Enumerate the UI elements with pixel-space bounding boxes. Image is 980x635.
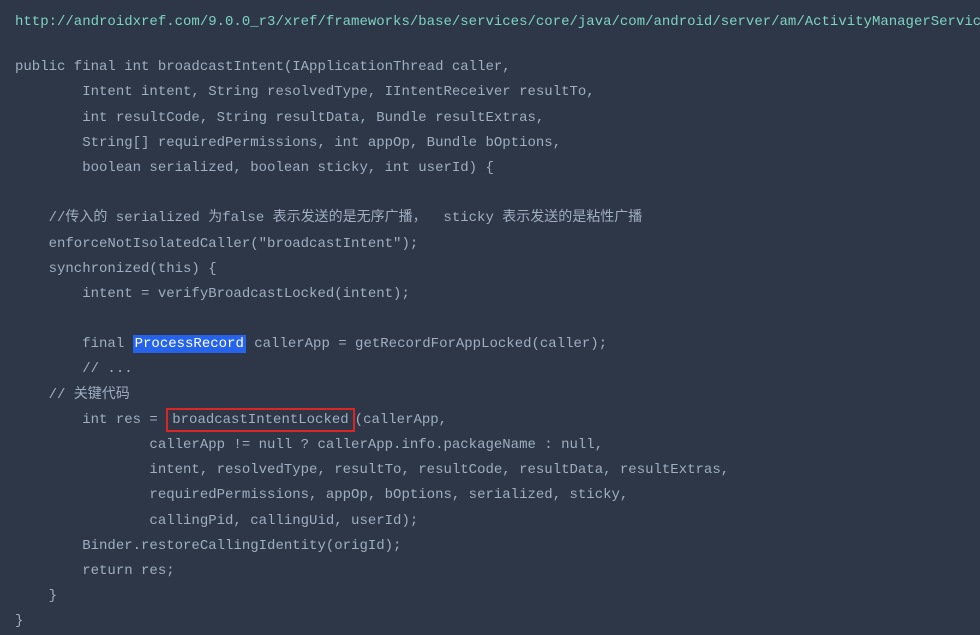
code-line: String[] requiredPermissions, int appOp,… <box>15 135 561 151</box>
code-line: return res; <box>15 563 175 579</box>
code-line: requiredPermissions, appOp, bOptions, se… <box>15 487 628 503</box>
code-line: Binder.restoreCallingIdentity(origId); <box>15 538 401 554</box>
code-line: intent = verifyBroadcastLocked(intent); <box>15 286 410 302</box>
code-line: } <box>15 588 57 604</box>
code-line: callerApp != null ? callerApp.info.packa… <box>15 437 603 453</box>
code-line: callingPid, callingUid, userId); <box>15 513 418 529</box>
code-line-part: callerApp = getRecordForAppLocked(caller… <box>246 336 607 352</box>
code-line: enforceNotIsolatedCaller("broadcastInten… <box>15 236 418 252</box>
code-line: Intent intent, String resolvedType, IInt… <box>15 84 595 100</box>
code-line: public final int broadcastIntent(IApplic… <box>15 59 511 75</box>
code-line-part: final <box>15 336 133 352</box>
code-line-part: (callerApp, <box>355 412 447 428</box>
code-line-part: int res = <box>15 412 166 428</box>
code-line: int resultCode, String resultData, Bundl… <box>15 110 544 126</box>
highlight-broadcastintentlocked: broadcastIntentLocked <box>166 408 354 432</box>
code-line: synchronized(this) { <box>15 261 217 277</box>
code-comment: //传入的 serialized 为false 表示发送的是无序广播， stic… <box>15 210 642 226</box>
code-line: intent, resolvedType, resultTo, resultCo… <box>15 462 729 478</box>
highlight-processrecord: ProcessRecord <box>133 335 246 353</box>
code-line: boolean serialized, boolean sticky, int … <box>15 160 494 176</box>
code-comment: // 关键代码 <box>15 387 130 403</box>
code-block: public final int broadcastIntent(IApplic… <box>15 55 965 634</box>
code-line: } <box>15 613 23 629</box>
source-url: http://androidxref.com/9.0.0_r3/xref/fra… <box>15 10 965 35</box>
code-line: // ... <box>15 361 133 377</box>
